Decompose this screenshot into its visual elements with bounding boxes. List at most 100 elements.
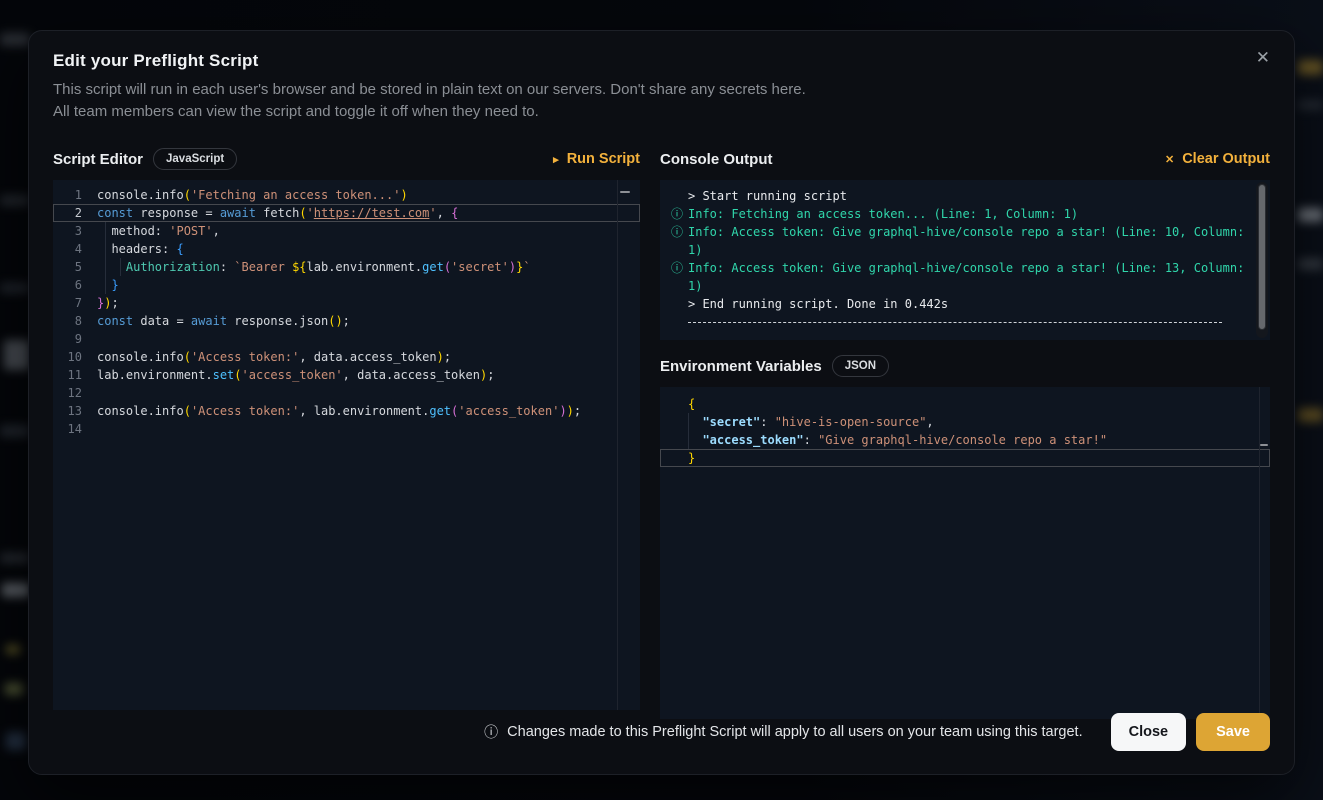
code-text: "access_token": "Give graphql-hive/conso… [660,431,1107,449]
code-text: { [660,395,695,413]
line-number: 7 [53,294,97,312]
line-number: 14 [53,420,97,438]
background-blur [0,33,30,46]
background-blur [1298,408,1323,422]
environment-variables-editor[interactable]: { "secret": "hive-is-open-source", "acce… [660,387,1270,719]
line-number: 11 [53,366,97,384]
code-token: ` [523,260,530,274]
code-line: 1console.info('Fetching an access token.… [53,186,640,204]
code-token: ; [574,404,581,418]
language-badge: JavaScript [153,148,237,170]
console-line: > End running script. Done in 0.442s [666,295,1246,313]
line-number: 8 [53,312,97,330]
modal-footer: ⓘ Changes made to this Preflight Script … [53,712,1270,752]
code-token: , lab.environment. [299,404,429,418]
script-editor-column: Script Editor JavaScript ▸ Run Script 1c… [53,145,640,719]
line-number: 4 [53,240,97,258]
code-line: } [660,449,1270,467]
background-blur [0,425,30,437]
code-token: 'secret' [451,260,509,274]
code-token: ' [307,206,314,220]
code-token [688,415,702,429]
console-line-text: > End running script. Done in 0.442s [688,295,1246,313]
code-line: 8const data = await response.json(); [53,312,640,330]
play-icon: ▸ [553,153,559,166]
console-line: > Start running script [666,187,1246,205]
clear-output-label: Clear Output [1182,151,1270,167]
code-text: headers: { [97,240,184,258]
script-editor[interactable]: 1console.info('Fetching an access token.… [53,180,640,710]
code-text: const response = await fetch('https://te… [97,204,458,222]
console-line: ⓘInfo: Access token: Give graphql-hive/c… [666,223,1246,259]
code-token: await [191,314,227,328]
code-token: Authorization [126,260,220,274]
code-token: , [926,415,933,429]
code-text: console.info('Access token:', data.acces… [97,348,451,366]
code-line: 11lab.environment.set('access_token', da… [53,366,640,384]
code-token: get [429,404,451,418]
code-text: } [97,276,119,294]
code-token: , [437,206,451,220]
code-token [688,433,702,447]
code-token: : [760,415,774,429]
close-icon[interactable]: ✕ [1250,43,1276,72]
console-scrollbar-thumb[interactable] [1258,184,1266,330]
footer-note: ⓘ Changes made to this Preflight Script … [484,722,1082,742]
background-blur [6,645,20,654]
console-line: ⓘInfo: Fetching an access token... (Line… [666,205,1246,223]
code-token: ) [335,314,342,328]
code-token: 'access_token' [242,368,343,382]
code-token: ( [299,206,306,220]
code-token: 'Access token:' [191,350,299,364]
code-token: lab.environment. [307,260,423,274]
code-token: , data.access_token [299,350,436,364]
code-token: { [451,206,458,220]
info-icon: ⓘ [666,205,688,223]
console-line-spacer [666,295,688,313]
preflight-script-modal: ✕ Edit your Preflight Script This script… [28,30,1295,775]
code-line: { [660,395,1270,413]
run-script-button[interactable]: ▸ Run Script [553,151,640,167]
code-token: `Bearer [234,260,292,274]
background-blur [1298,60,1323,75]
close-button[interactable]: Close [1111,713,1187,751]
code-token: "access_token" [702,433,803,447]
background-blur [6,732,26,750]
console-separator [688,322,1222,323]
code-token: fetch [256,206,299,220]
info-icon: ⓘ [484,722,498,742]
code-token: { [688,397,695,411]
editor-overview-marker [1260,444,1268,446]
save-button[interactable]: Save [1196,713,1270,751]
code-token: 'POST' [169,224,212,238]
run-script-label: Run Script [567,151,640,167]
code-line: 12 [53,384,640,402]
console-output-panel[interactable]: > Start running scriptⓘInfo: Fetching an… [660,180,1270,340]
console-line-spacer [666,187,688,205]
code-line: 3 method: 'POST', [53,222,640,240]
code-token: , data.access_token [343,368,480,382]
code-token: response.json [227,314,328,328]
code-text: const data = await response.json(); [97,312,350,330]
code-token: , [213,224,220,238]
code-token: 'Fetching an access token...' [191,188,401,202]
code-token: 'Access token:' [191,404,299,418]
script-editor-title: Script Editor [53,151,143,168]
code-token: data = [133,314,191,328]
editor-overview-ruler [1259,387,1260,719]
code-text: Authorization: `Bearer ${lab.environment… [97,258,531,276]
clear-output-button[interactable]: ✕ Clear Output [1165,151,1270,167]
background-blur [0,195,30,206]
code-token: console.info [97,188,184,202]
code-line: 14 [53,420,640,438]
code-token: ' [429,206,436,220]
code-token: ( [444,260,451,274]
console-scrollbar[interactable] [1256,182,1268,338]
code-token: ; [444,350,451,364]
code-token: ) [567,404,574,418]
script-editor-header: Script Editor JavaScript ▸ Run Script [53,145,640,173]
code-token: "Give graphql-hive/console repo a star!" [818,433,1107,447]
background-blur [1298,100,1323,110]
code-token: ) [437,350,444,364]
code-token: set [213,368,235,382]
